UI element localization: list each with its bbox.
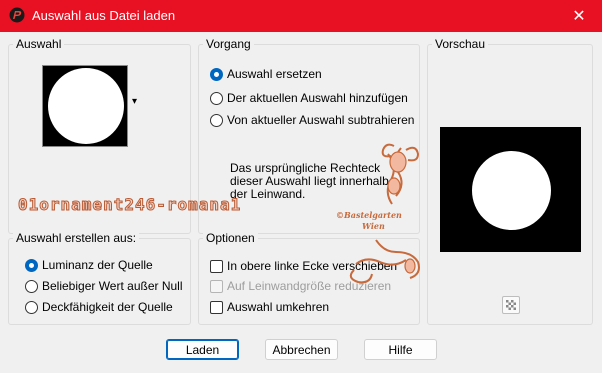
close-button[interactable]: ✕ xyxy=(556,0,602,32)
vorgang-legend: Vorgang xyxy=(203,37,254,51)
radio-opacity[interactable]: Deckfähigkeit der Quelle xyxy=(25,299,173,315)
radio-label: Deckfähigkeit der Quelle xyxy=(42,300,173,314)
preview-selection-circle xyxy=(472,151,551,230)
close-icon: ✕ xyxy=(572,8,586,25)
options-legend: Optionen xyxy=(203,231,258,245)
checkbox-label: Auswahl umkehren xyxy=(227,300,330,314)
thumbnail-selection-circle xyxy=(48,68,124,144)
checkbox-indicator xyxy=(210,259,223,273)
radio-label: Der aktuellen Auswahl hinzufügen xyxy=(227,91,408,105)
radio-indicator xyxy=(210,67,223,81)
logo-line-1: ©Bastelgarten xyxy=(336,210,402,220)
radio-indicator xyxy=(25,279,38,293)
radio-label: Beliebiger Wert außer Null xyxy=(42,279,183,293)
chevron-down-icon[interactable]: ▾ xyxy=(132,97,137,107)
radio-nonzero-value[interactable]: Beliebiger Wert außer Null xyxy=(25,278,183,294)
app-icon xyxy=(9,7,25,23)
radio-label: Luminanz der Quelle xyxy=(42,258,153,272)
radio-label: Auswahl ersetzen xyxy=(227,67,322,81)
preview-zoom-button[interactable] xyxy=(502,296,520,314)
load-button[interactable]: Laden xyxy=(166,339,239,360)
checkbox-invert-selection[interactable]: Auswahl umkehren xyxy=(210,299,329,315)
checkbox-indicator xyxy=(210,279,223,293)
radio-replace-selection[interactable]: Auswahl ersetzen xyxy=(210,66,322,82)
filename-watermark: 01ornament246-romana1 xyxy=(17,195,242,215)
radio-indicator xyxy=(210,113,223,127)
vorschau-legend: Vorschau xyxy=(432,37,489,51)
title-bar: Auswahl aus Datei laden ✕ xyxy=(0,0,602,32)
radio-luminance[interactable]: Luminanz der Quelle xyxy=(25,257,153,273)
help-button[interactable]: Hilfe xyxy=(364,339,437,360)
logo-line-2: Wien xyxy=(362,221,385,231)
checker-icon xyxy=(506,300,516,310)
auswahl-legend: Auswahl xyxy=(13,37,65,51)
ornament-logo: ©Bastelgarten Wien xyxy=(336,140,428,290)
radio-add-to-selection[interactable]: Der aktuellen Auswahl hinzufügen xyxy=(210,90,408,106)
dialog-body: Auswahl ▾ Vorgang Auswahl ersetzen Der a… xyxy=(0,32,602,373)
create-from-legend: Auswahl erstellen aus: xyxy=(13,231,140,245)
selection-thumbnail[interactable] xyxy=(42,65,128,147)
preview-canvas xyxy=(440,127,581,252)
radio-label: Von aktueller Auswahl subtrahieren xyxy=(227,113,415,127)
window-title: Auswahl aus Datei laden xyxy=(32,8,176,23)
radio-indicator xyxy=(25,300,38,314)
radio-indicator xyxy=(25,258,38,272)
radio-indicator xyxy=(210,91,223,105)
cancel-button[interactable]: Abbrechen xyxy=(265,339,338,360)
checkbox-indicator xyxy=(210,300,223,314)
radio-subtract-selection[interactable]: Von aktueller Auswahl subtrahieren xyxy=(210,112,414,128)
